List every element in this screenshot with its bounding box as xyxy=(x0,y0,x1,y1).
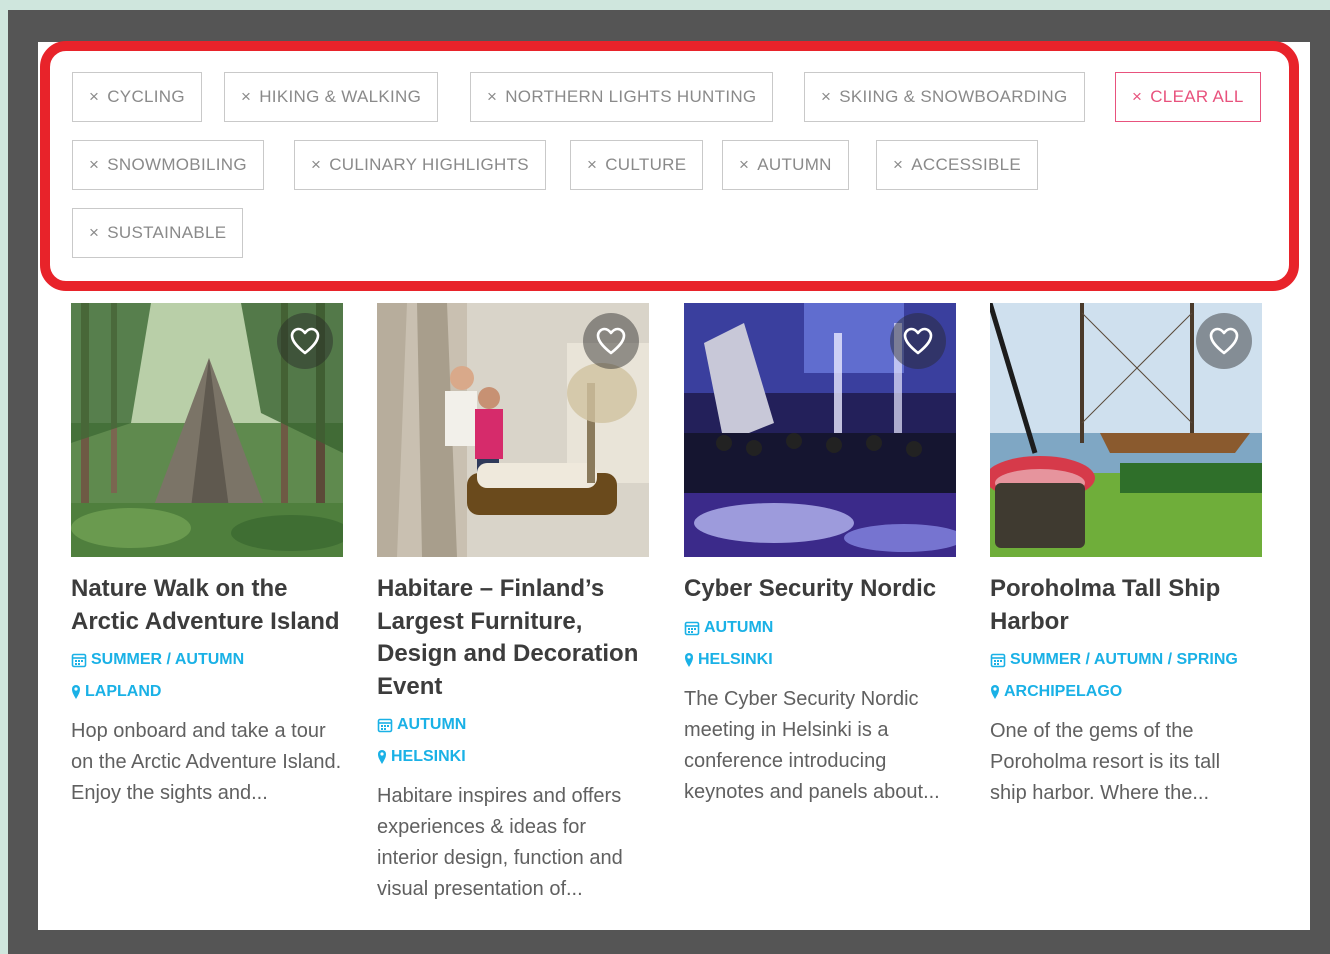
card-title[interactable]: Cyber Security Nordic xyxy=(684,573,956,606)
favorite-button[interactable] xyxy=(583,313,639,369)
card-photo[interactable] xyxy=(990,303,1262,557)
map-pin-icon xyxy=(991,685,999,699)
filter-chip-label: SUSTAINABLE xyxy=(107,223,227,242)
filter-chip-culture[interactable]: × CULTURE xyxy=(570,140,704,190)
card-location-label: HELSINKI xyxy=(391,748,466,765)
remove-icon: × xyxy=(893,155,904,174)
filter-chip-label: CYCLING xyxy=(107,87,185,106)
calendar-icon xyxy=(71,653,87,668)
filter-chip-cycling[interactable]: × CYCLING xyxy=(72,72,202,122)
card-season: AUTUMN xyxy=(377,709,649,741)
card-title[interactable]: Nature Walk on the Arctic Adventure Isla… xyxy=(71,573,343,638)
card-description: Hop onboard and take a tour on the Arcti… xyxy=(71,720,342,804)
card-photo[interactable] xyxy=(684,303,956,557)
card-photo[interactable] xyxy=(71,303,343,557)
remove-icon: × xyxy=(587,155,598,174)
card-location-label: HELSINKI xyxy=(698,650,773,668)
remove-icon: × xyxy=(487,87,498,106)
card-season-label: AUTUMN xyxy=(397,716,467,733)
heart-icon xyxy=(290,327,320,355)
filter-chip-snowmobiling[interactable]: × SNOWMOBILING xyxy=(72,140,264,190)
card-location: LAPLAND xyxy=(71,676,343,708)
card-season-label: SUMMER / AUTUMN / SPRING xyxy=(1010,651,1238,668)
remove-icon: × xyxy=(1132,87,1143,106)
filter-chip-label: ACCESSIBLE xyxy=(911,155,1021,174)
clear-all-button[interactable]: × CLEAR ALL xyxy=(1115,72,1261,122)
card-location: HELSINKI xyxy=(684,644,956,676)
remove-icon: × xyxy=(89,223,100,242)
card-location-label: ARCHIPELAGO xyxy=(1004,683,1123,700)
card-description: The Cyber Security Nordic meeting in Hel… xyxy=(684,687,940,803)
map-pin-icon xyxy=(72,685,80,699)
card-title[interactable]: Poroholma Tall Ship Harbor xyxy=(990,573,1262,638)
filter-chip-autumn[interactable]: × AUTUMN xyxy=(722,140,849,190)
filter-chip-accessible[interactable]: × ACCESSIBLE xyxy=(876,140,1038,190)
filter-chip-label: SKIING & SNOWBOARDING xyxy=(839,87,1068,106)
filter-chip-skiing-snowboarding[interactable]: × SKIING & SNOWBOARDING xyxy=(804,72,1085,122)
calendar-icon xyxy=(377,718,393,733)
card-season: SUMMER / AUTUMN / SPRING xyxy=(990,644,1262,676)
card-title[interactable]: Habitare – Finland’s Largest Furniture, … xyxy=(377,573,649,703)
map-pin-icon xyxy=(378,750,386,764)
filter-chip-hiking-walking[interactable]: × HIKING & WALKING xyxy=(224,72,439,122)
filter-chip-sustainable[interactable]: × SUSTAINABLE xyxy=(72,208,244,258)
card-season: SUMMER / AUTUMN xyxy=(71,644,343,676)
filter-chip-label: NORTHERN LIGHTS HUNTING xyxy=(505,87,757,106)
calendar-icon xyxy=(990,653,1006,668)
remove-icon: × xyxy=(821,87,832,106)
card-location: ARCHIPELAGO xyxy=(990,676,1262,708)
event-card[interactable]: Nature Walk on the Arctic Adventure Isla… xyxy=(71,303,343,809)
filter-chip-northern-lights-hunting[interactable]: × NORTHERN LIGHTS HUNTING xyxy=(470,72,774,122)
remove-icon: × xyxy=(311,155,322,174)
filter-chip-culinary-highlights[interactable]: × CULINARY HIGHLIGHTS xyxy=(294,140,546,190)
remove-icon: × xyxy=(89,155,100,174)
event-card[interactable]: Poroholma Tall Ship Harbor SUMMER / AUTU… xyxy=(990,303,1262,809)
favorite-button[interactable] xyxy=(277,313,333,369)
remove-icon: × xyxy=(739,155,750,174)
card-description: Habitare inspires and offers experiences… xyxy=(377,785,623,900)
card-location-label: LAPLAND xyxy=(85,683,162,700)
card-season-label: SUMMER / AUTUMN xyxy=(91,651,245,668)
card-location: HELSINKI xyxy=(377,741,649,773)
card-season: AUTUMN xyxy=(684,612,956,644)
heart-icon xyxy=(1209,327,1239,355)
card-season-label: AUTUMN xyxy=(704,618,774,636)
map-pin-icon xyxy=(685,652,693,667)
calendar-icon xyxy=(684,621,700,635)
remove-icon: × xyxy=(89,87,100,106)
filter-chip-label: SNOWMOBILING xyxy=(107,155,247,174)
event-card[interactable]: Habitare – Finland’s Largest Furniture, … xyxy=(377,303,649,905)
favorite-button[interactable] xyxy=(890,313,946,369)
favorite-button[interactable] xyxy=(1196,313,1252,369)
card-description: One of the gems of the Poroholma resort … xyxy=(990,720,1221,804)
filter-chip-label: AUTUMN xyxy=(757,155,832,174)
event-card[interactable]: Cyber Security Nordic AUTUMN HELSINKI Th… xyxy=(684,303,956,808)
filter-chip-label: CULINARY HIGHLIGHTS xyxy=(329,155,529,174)
clear-all-label: CLEAR ALL xyxy=(1150,87,1244,106)
heart-icon xyxy=(596,327,626,355)
filter-chip-label: HIKING & WALKING xyxy=(259,87,422,106)
remove-icon: × xyxy=(241,87,252,106)
card-photo[interactable] xyxy=(377,303,649,557)
filter-chip-label: CULTURE xyxy=(605,155,687,174)
page-bottom-edge xyxy=(8,930,1330,954)
heart-icon xyxy=(903,327,933,355)
